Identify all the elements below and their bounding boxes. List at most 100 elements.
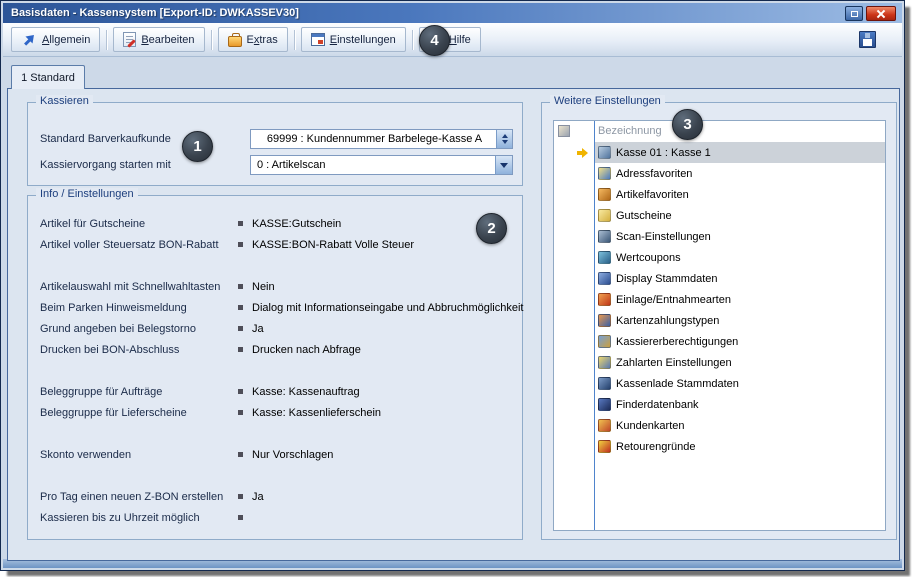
list-item-scan-einstellungen[interactable]: Scan-Einstellungen <box>554 226 885 247</box>
group-kassieren: Kassieren Standard Barverkaufkunde 69999… <box>27 102 523 186</box>
start-mode-dropdown[interactable]: 0 : Artikelscan <box>250 155 513 175</box>
card-payment-icon <box>598 314 611 327</box>
info-label: Kassieren bis zu Uhrzeit möglich <box>40 512 238 524</box>
list-item-display-stammdaten[interactable]: Display Stammdaten <box>554 268 885 289</box>
cashier-permissions-icon <box>598 335 611 348</box>
callout-3: 3 <box>672 109 703 140</box>
titlebar: Basisdaten - Kassensystem [Export-ID: DW… <box>3 3 902 23</box>
arrow-up-right-icon <box>21 32 37 48</box>
list-item-kassenlade-stammdaten[interactable]: Kassenlade Stammdaten <box>554 373 885 394</box>
toolbar-button-allgemein[interactable]: Allgemein <box>11 27 100 52</box>
spinner-buttons[interactable] <box>496 130 512 148</box>
cash-drawer-icon <box>598 377 611 390</box>
group-weitere-einstellungen: Weitere Einstellungen Bezeichnung <box>541 102 897 540</box>
group-info-einstellungen: Info / Einstellungen Artikel für Gutsche… <box>27 195 523 540</box>
list-item-wertcoupons[interactable]: Wertcoupons <box>554 247 885 268</box>
info-row: Beleggruppe für Aufträge Kasse: Kassenau… <box>40 381 512 402</box>
callout-1: 1 <box>182 131 213 162</box>
info-label: Beim Parken Hinweismeldung <box>40 302 238 314</box>
field-label: Kassiervorgang starten mit <box>40 159 250 171</box>
bullet-icon <box>238 389 252 394</box>
info-row: Skonto verwenden Nur Vorschlagen <box>40 444 512 465</box>
column-icon <box>558 125 570 137</box>
field-label: Standard Barverkaufkunde <box>40 133 250 145</box>
info-label: Artikelauswahl mit Schnellwahltasten <box>40 281 238 293</box>
info-value: KASSE:Gutschein <box>252 218 512 230</box>
group-title: Info / Einstellungen <box>36 188 138 200</box>
group-title: Weitere Einstellungen <box>550 95 665 107</box>
info-row: Drucken bei BON-Abschluss Drucken nach A… <box>40 339 512 360</box>
list-item-finderdatenbank[interactable]: Finderdatenbank <box>554 394 885 415</box>
info-label: Beleggruppe für Aufträge <box>40 386 238 398</box>
toolbar-button-label: Extras <box>247 34 278 46</box>
list-item-retourengruende[interactable]: Retourengründe <box>554 436 885 457</box>
address-favorites-icon <box>598 167 611 180</box>
save-icon <box>859 31 876 48</box>
info-row: Grund angeben bei Belegstorno Ja <box>40 318 512 339</box>
tab-standard[interactable]: 1 Standard <box>11 65 85 89</box>
spin-up-icon <box>502 134 508 138</box>
list-item-kartenzahlungstypen[interactable]: Kartenzahlungstypen <box>554 310 885 331</box>
list-item-kundenkarten[interactable]: Kundenkarten <box>554 415 885 436</box>
list-item-artikelfavoriten[interactable]: Artikelfavoriten <box>554 184 885 205</box>
list-rows: Kasse 01 : Kasse 1 Adressfavoriten <box>554 142 885 457</box>
toolbar-button-label: Allgemein <box>42 34 90 46</box>
row-indicator <box>554 373 595 394</box>
toolbar-button-bearbeiten[interactable]: Bearbeiten <box>113 27 204 52</box>
toolbar-button-extras[interactable]: Extras <box>218 27 288 52</box>
row-indicator <box>554 226 595 247</box>
row-indicator <box>554 289 595 310</box>
bullet-icon <box>238 494 252 499</box>
info-row: Pro Tag einen neuen Z-BON erstellen Ja <box>40 486 512 507</box>
bullet-icon <box>238 284 252 289</box>
info-label: Artikel voller Steuersatz BON-Rabatt <box>40 239 238 251</box>
returns-icon <box>598 440 611 453</box>
column-separator <box>594 121 595 530</box>
payment-types-icon <box>598 356 611 369</box>
list-header[interactable]: Bezeichnung <box>554 121 885 142</box>
list-item-zahlarten-einstellungen[interactable]: Zahlarten Einstellungen <box>554 352 885 373</box>
minimize-button[interactable] <box>845 6 863 21</box>
current-row-arrow-icon <box>577 148 588 158</box>
toolbar-button-label: Einstellungen <box>330 34 396 46</box>
content-panel: Kassieren Standard Barverkaufkunde 69999… <box>7 88 900 561</box>
standard-customer-spinner[interactable]: 69999 : Kundennummer Barbelege-Kasse A <box>250 129 513 149</box>
info-row: Beim Parken Hinweismeldung Dialog mit In… <box>40 297 512 318</box>
info-value: Kasse: Kassenlieferschein <box>252 407 512 419</box>
info-label: Drucken bei BON-Abschluss <box>40 344 238 356</box>
group-title: Kassieren <box>36 95 93 107</box>
edit-icon <box>123 32 136 47</box>
info-rows: Artikel für Gutscheine KASSE:Gutschein A… <box>40 213 512 528</box>
spinner-value: 69999 : Kundennummer Barbelege-Kasse A <box>251 133 512 145</box>
row-indicator <box>554 184 595 205</box>
window-controls <box>845 6 896 21</box>
scan-settings-icon <box>598 230 611 243</box>
list-item-adressfavoriten[interactable]: Adressfavoriten <box>554 163 885 184</box>
bullet-icon <box>238 242 252 247</box>
app-window: Basisdaten - Kassensystem [Export-ID: DW… <box>0 0 905 571</box>
save-button[interactable] <box>854 27 880 53</box>
finder-database-icon <box>598 398 611 411</box>
bullet-icon <box>238 410 252 415</box>
row-indicator <box>554 163 595 184</box>
info-value: Nein <box>252 281 512 293</box>
list-item-kassiererberechtigungen[interactable]: Kassiererberechtigungen <box>554 331 885 352</box>
bullet-icon <box>238 515 252 520</box>
toolbar-separator <box>294 30 295 50</box>
info-value: Ja <box>252 323 512 335</box>
info-row: Artikelauswahl mit Schnellwahltasten Nei… <box>40 276 512 297</box>
dropdown-button[interactable] <box>495 156 512 174</box>
bullet-icon <box>238 452 252 457</box>
list-item-einlage-entnahmearten[interactable]: Einlage/Entnahmearten <box>554 289 885 310</box>
info-row: Kassieren bis zu Uhrzeit möglich <box>40 507 512 528</box>
info-value: Kasse: Kassenauftrag <box>252 386 512 398</box>
row-indicator <box>554 247 595 268</box>
list-item-kasse-01[interactable]: Kasse 01 : Kasse 1 <box>554 142 885 163</box>
info-row: Artikel für Gutscheine KASSE:Gutschein <box>40 213 512 234</box>
minimize-icon <box>851 11 858 17</box>
list-item-gutscheine[interactable]: Gutscheine <box>554 205 885 226</box>
toolbar-button-einstellungen[interactable]: Einstellungen <box>301 27 406 52</box>
row-indicator <box>554 142 595 163</box>
close-button[interactable] <box>866 6 896 21</box>
info-row: Artikel voller Steuersatz BON-Rabatt KAS… <box>40 234 512 255</box>
